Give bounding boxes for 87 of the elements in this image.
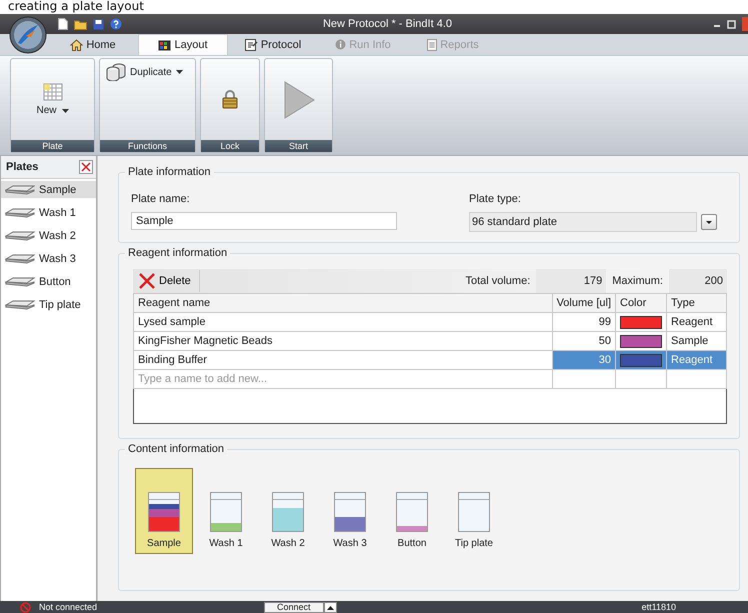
plate-list-item[interactable]: Wash 1	[1, 204, 96, 221]
total-volume-value: 179	[536, 269, 606, 293]
delete-icon	[139, 273, 155, 289]
panel-title: Plates	[6, 161, 38, 173]
plate-well-drawing	[396, 492, 428, 532]
group-label: Start	[265, 140, 332, 152]
ribbon-tab[interactable]: Protocol	[228, 34, 318, 55]
dropdown-button[interactable]	[701, 214, 717, 230]
caret-icon	[706, 220, 712, 224]
duplicate-label: Duplicate	[130, 66, 172, 78]
grid-icon	[158, 40, 172, 50]
color-swatch[interactable]	[620, 334, 662, 348]
window-title: New Protocol * - BindIt 4.0	[322, 18, 453, 30]
maximize-icon[interactable]	[727, 20, 736, 28]
caret-icon	[62, 108, 68, 112]
plate-icon	[5, 276, 35, 286]
column-header[interactable]: Reagent name	[134, 294, 552, 312]
field-label: Plate name:	[131, 193, 191, 205]
column-header[interactable]: Color	[616, 294, 666, 312]
new-file-icon[interactable]	[58, 18, 68, 30]
column-header[interactable]: Volume [ul]	[552, 294, 616, 312]
color-swatch[interactable]	[620, 316, 662, 328]
ribbon-tab[interactable]: Layout	[138, 34, 228, 55]
page-caption: creating a plate layout	[7, 0, 145, 13]
connect-button[interactable]: Connect	[264, 602, 324, 613]
play-icon	[282, 80, 314, 118]
ribbon-tab[interactable]: Home	[48, 34, 138, 55]
help-icon[interactable]	[110, 18, 122, 30]
table-cell: 30	[552, 350, 616, 370]
delete-button[interactable]: Delete	[133, 270, 200, 292]
table-cell: KingFisher Magnetic Beads	[134, 332, 552, 350]
table-cell: Lysed sample	[134, 312, 552, 332]
plate-list-item[interactable]: Wash 3	[1, 250, 96, 267]
expand-button[interactable]	[324, 602, 337, 613]
new-label: New	[36, 105, 56, 116]
plate-well-drawing	[210, 492, 242, 532]
plate-name-field[interactable]: Sample	[131, 212, 397, 230]
document-icon	[427, 38, 438, 50]
caret-icon	[176, 70, 183, 74]
plate-tile[interactable]: Wash 3	[321, 468, 379, 554]
plate-tile[interactable]: Tip plate	[445, 468, 503, 554]
caret-icon	[326, 606, 334, 610]
plate-list-item[interactable]: Wash 2	[1, 227, 96, 244]
maximum-label: Maximum:	[612, 275, 663, 287]
plate-tile[interactable]: Sample	[135, 468, 193, 554]
connection-status: Not connected	[39, 602, 98, 612]
folder-icon[interactable]	[74, 18, 87, 30]
table-cell: 99	[552, 312, 616, 332]
plate-well-drawing	[272, 492, 304, 532]
group-title: Content information	[125, 443, 227, 455]
padlock-icon	[222, 90, 238, 109]
plate-well-drawing	[458, 492, 490, 532]
group-label: Plate	[11, 140, 94, 152]
plate-well-drawing	[334, 492, 366, 532]
plate-list-item[interactable]: Button	[1, 273, 96, 290]
color-swatch[interactable]	[620, 354, 662, 366]
plate-icon	[5, 208, 35, 218]
save-icon[interactable]	[93, 18, 104, 30]
plate-list-item[interactable]: Sample	[1, 181, 96, 198]
table-cell: Reagent	[666, 350, 726, 370]
house-icon	[70, 38, 84, 50]
cylinders-icon	[106, 63, 126, 81]
no-entry-icon	[20, 602, 31, 612]
plate-icon	[5, 254, 35, 264]
group-label: Lock	[201, 140, 259, 152]
plate-tile[interactable]: Wash 2	[259, 468, 317, 554]
group-title: Plate information	[125, 166, 214, 178]
info-icon	[335, 39, 346, 50]
column-header[interactable]: Type	[666, 294, 726, 312]
maximum-value: 200	[669, 269, 727, 293]
total-volume-label: Total volume:	[465, 275, 530, 287]
plate-icon	[5, 300, 35, 310]
group-label: Functions	[100, 140, 195, 152]
plate-tile[interactable]: Button	[383, 468, 441, 554]
plate-type-dropdown[interactable]: 96 standard plate	[469, 212, 697, 232]
field-label: Plate type:	[469, 193, 522, 205]
document-icon	[244, 38, 258, 50]
plate-tile[interactable]: Wash 1	[197, 468, 255, 554]
table-cell: Binding Buffer	[134, 350, 552, 370]
table-cell: Reagent	[666, 312, 726, 332]
plate-icon	[5, 184, 35, 194]
grid-icon	[42, 83, 62, 101]
user-name: ett11810	[642, 602, 676, 612]
plate-icon	[5, 230, 35, 240]
plate-well-drawing	[148, 492, 180, 532]
group-title: Reagent information	[125, 247, 230, 259]
plate-list-item[interactable]: Tip plate	[1, 296, 96, 313]
